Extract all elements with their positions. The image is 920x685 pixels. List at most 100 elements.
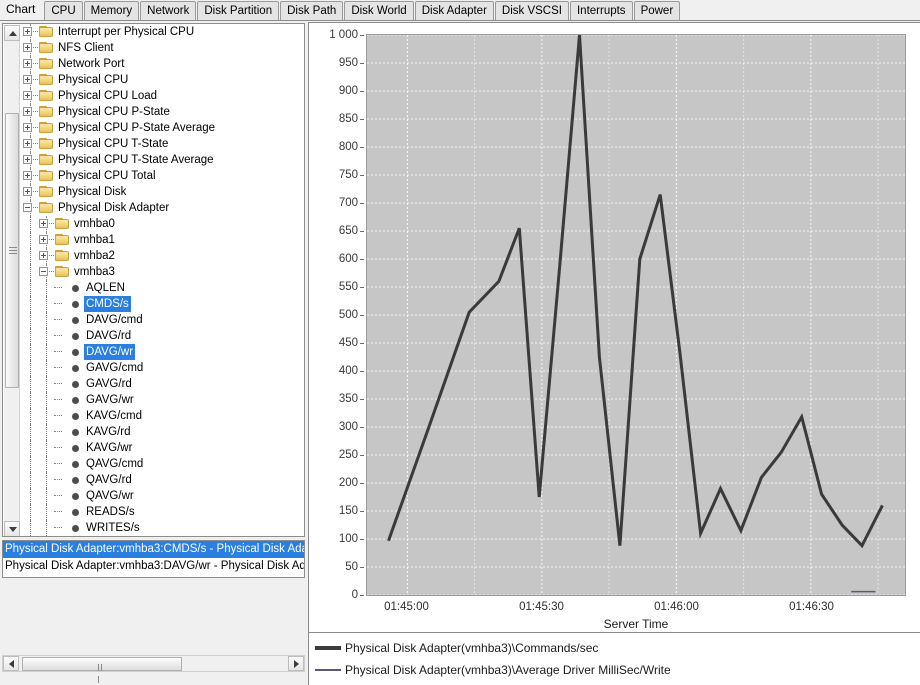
tree-leaf-gavg-cmd[interactable]: GAVG/cmd bbox=[22, 360, 304, 376]
counter-tree[interactable]: Interrupt per Physical CPU NFS Client Netw… bbox=[22, 24, 304, 536]
collapse-minus-icon[interactable] bbox=[38, 264, 54, 280]
scroll-right-button[interactable] bbox=[288, 656, 304, 671]
y-axis-tick-mark bbox=[360, 595, 364, 596]
tree-leaf-kavg-wr[interactable]: KAVG/wr bbox=[22, 440, 304, 456]
tab-interrupts[interactable]: Interrupts bbox=[569, 1, 633, 20]
scroll-up-button[interactable] bbox=[4, 25, 20, 41]
tree-indent-guide bbox=[38, 296, 54, 312]
expand-plus-icon[interactable] bbox=[22, 104, 38, 120]
expand-plus-icon[interactable] bbox=[38, 232, 54, 248]
tab-power[interactable]: Power bbox=[633, 1, 681, 20]
tree-node-vmhba2[interactable]: vmhba2 bbox=[22, 248, 304, 264]
tree-leaf-qavg-cmd[interactable]: QAVG/cmd bbox=[22, 456, 304, 472]
expand-plus-icon[interactable] bbox=[38, 248, 54, 264]
tree-leaf-davg-rd[interactable]: DAVG/rd bbox=[22, 328, 304, 344]
scroll-left-button[interactable] bbox=[3, 656, 19, 671]
tree-node-vmhba3[interactable]: vmhba3 bbox=[22, 264, 304, 280]
selected-counters-list[interactable]: Physical Disk Adapter:vmhba3:CMDS/s - Ph… bbox=[2, 540, 305, 578]
tree-leaf-kavg-rd[interactable]: KAVG/rd bbox=[22, 424, 304, 440]
tree-node-physical-cpu-p-state[interactable]: Physical CPU P-State bbox=[22, 104, 304, 120]
tab-disk-adapter[interactable]: Disk Adapter bbox=[414, 1, 494, 20]
tree-leaf-gavg-rd[interactable]: GAVG/rd bbox=[22, 376, 304, 392]
selected-counter-row[interactable]: Physical Disk Adapter:vmhba3:DAVG/wr - P… bbox=[3, 558, 304, 575]
tab-network[interactable]: Network bbox=[140, 1, 197, 20]
tree-leaf-aqlen[interactable]: AQLEN bbox=[22, 280, 304, 296]
tree-leaf-connector bbox=[54, 408, 70, 424]
grip-icon bbox=[9, 246, 17, 255]
tree-node-physical-cpu-load[interactable]: Physical CPU Load bbox=[22, 88, 304, 104]
y-axis-tick-mark bbox=[360, 371, 364, 372]
tree-node-nfs-client[interactable]: NFS Client bbox=[22, 40, 304, 56]
tab-memory[interactable]: Memory bbox=[83, 1, 140, 20]
tree-item-label: KAVG/rd bbox=[86, 426, 131, 438]
tree-node-interrupt-per-physical-cpu[interactable]: Interrupt per Physical CPU bbox=[22, 24, 304, 40]
tree-indent-guide bbox=[22, 520, 38, 536]
tab-disk-path[interactable]: Disk Path bbox=[280, 1, 344, 20]
tree-leaf-qavg-rd[interactable]: QAVG/rd bbox=[22, 472, 304, 488]
tree-leaf-writes-s[interactable]: WRITES/s bbox=[22, 520, 304, 536]
counter-bullet-icon bbox=[70, 376, 84, 392]
tree-leaf-davg-cmd[interactable]: DAVG/cmd bbox=[22, 312, 304, 328]
tree-leaf-cmds-s[interactable]: CMDS/s bbox=[22, 296, 304, 312]
tree-node-physical-disk[interactable]: Physical Disk bbox=[22, 184, 304, 200]
expand-plus-icon[interactable] bbox=[22, 152, 38, 168]
tree-leaf-qavg-wr[interactable]: QAVG/wr bbox=[22, 488, 304, 504]
expand-plus-icon[interactable] bbox=[22, 24, 38, 40]
counter-bullet-icon bbox=[70, 520, 84, 536]
expand-plus-icon[interactable] bbox=[22, 136, 38, 152]
tree-node-physical-cpu[interactable]: Physical CPU bbox=[22, 72, 304, 88]
counter-tree-container[interactable]: Interrupt per Physical CPU NFS Client Netw… bbox=[2, 23, 305, 537]
tree-node-network-port[interactable]: Network Port bbox=[22, 56, 304, 72]
tree-node-vmhba1[interactable]: vmhba1 bbox=[22, 232, 304, 248]
tree-leaf-connector bbox=[54, 440, 70, 456]
expand-plus-icon[interactable] bbox=[22, 56, 38, 72]
tree-item-label: Physical CPU P-State bbox=[58, 106, 170, 118]
tree-vertical-scrollbar[interactable] bbox=[4, 25, 20, 536]
expand-plus-icon[interactable] bbox=[22, 120, 38, 136]
selected-counter-row[interactable]: Physical Disk Adapter:vmhba3:CMDS/s - Ph… bbox=[3, 541, 304, 558]
expand-plus-icon[interactable] bbox=[38, 216, 54, 232]
expand-plus-icon[interactable] bbox=[22, 168, 38, 184]
y-axis-tick-mark bbox=[360, 147, 364, 148]
y-axis-tick-label: 550 bbox=[338, 281, 358, 293]
tab-disk-partition[interactable]: Disk Partition bbox=[197, 1, 280, 20]
y-axis-tick-mark bbox=[360, 175, 364, 176]
tree-node-vmhba0[interactable]: vmhba0 bbox=[22, 216, 304, 232]
plot-region[interactable] bbox=[366, 34, 906, 596]
tree-leaf-davg-wr[interactable]: DAVG/wr bbox=[22, 344, 304, 360]
tab-disk-world[interactable]: Disk World bbox=[344, 1, 414, 20]
tree-node-physical-disk-adapter[interactable]: Physical Disk Adapter bbox=[22, 200, 304, 216]
tab-cpu[interactable]: CPU bbox=[44, 1, 83, 20]
tab-disk-vscsi[interactable]: Disk VSCSI bbox=[494, 1, 569, 20]
tree-node-physical-cpu-t-state[interactable]: Physical CPU T-State bbox=[22, 136, 304, 152]
tree-indent-guide bbox=[38, 408, 54, 424]
tree-node-physical-cpu-p-state-average[interactable]: Physical CPU P-State Average bbox=[22, 120, 304, 136]
folder-icon bbox=[38, 104, 56, 120]
tree-indent-guide bbox=[22, 440, 38, 456]
y-axis-tick-label: 100 bbox=[338, 533, 358, 545]
tab-chart[interactable]: Chart bbox=[2, 0, 44, 20]
perfmon-window: Chart CPU Memory Network Disk Partition Disk … bbox=[0, 0, 920, 685]
tree-indent-guide bbox=[38, 520, 54, 536]
chart-area[interactable]: 1 000 950 900 850 800 750 700 650 600 550 500 450 40… bbox=[309, 23, 920, 631]
collapse-minus-icon[interactable] bbox=[22, 200, 38, 216]
scrollbar-thumb[interactable] bbox=[5, 113, 19, 388]
scroll-down-button[interactable] bbox=[4, 521, 20, 536]
hscrollbar-thumb[interactable] bbox=[22, 657, 182, 683]
tree-leaf-gavg-wr[interactable]: GAVG/wr bbox=[22, 392, 304, 408]
tree-node-physical-cpu-t-state-average[interactable]: Physical CPU T-State Average bbox=[22, 152, 304, 168]
expand-plus-icon[interactable] bbox=[22, 88, 38, 104]
tree-indent-guide bbox=[22, 248, 38, 264]
main-tabbar: Chart CPU Memory Network Disk Partition Disk … bbox=[0, 0, 920, 21]
series-canvas bbox=[367, 35, 905, 595]
expand-plus-icon[interactable] bbox=[22, 72, 38, 88]
expand-plus-icon[interactable] bbox=[22, 184, 38, 200]
y-axis-tick-mark bbox=[360, 63, 364, 64]
y-axis-tick-label: 650 bbox=[338, 225, 358, 237]
tree-leaf-reads-s[interactable]: READS/s bbox=[22, 504, 304, 520]
expand-plus-icon[interactable] bbox=[22, 40, 38, 56]
horizontal-scrollbar[interactable] bbox=[2, 655, 305, 683]
tree-leaf-kavg-cmd[interactable]: KAVG/cmd bbox=[22, 408, 304, 424]
tree-node-physical-cpu-total[interactable]: Physical CPU Total bbox=[22, 168, 304, 184]
folder-icon bbox=[38, 200, 56, 216]
